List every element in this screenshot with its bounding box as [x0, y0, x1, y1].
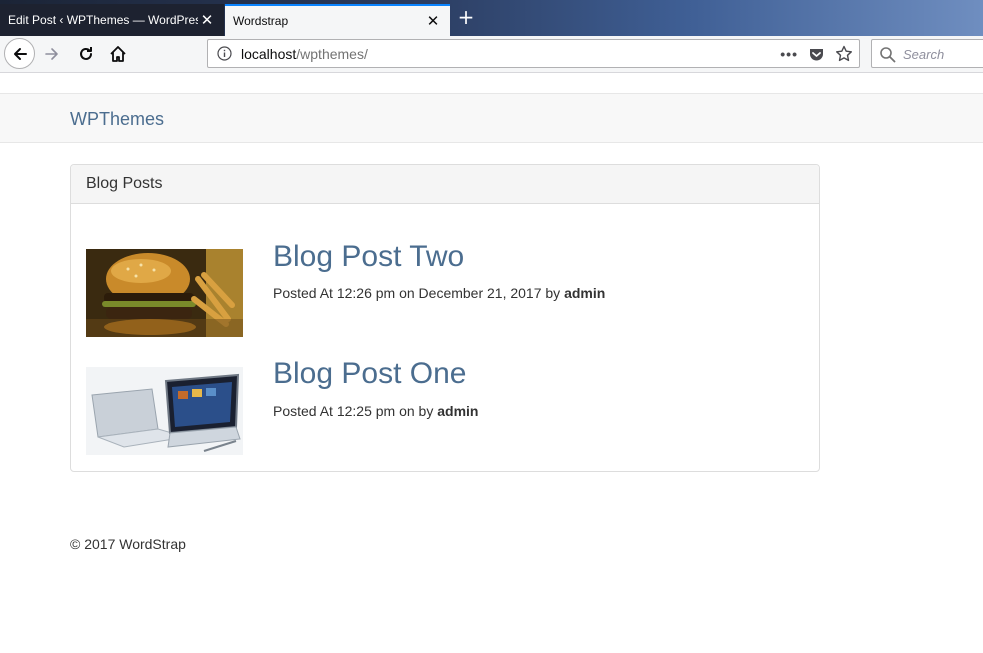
burger-image[interactable]	[86, 249, 243, 337]
post-meta-text: Posted At 12:25 pm on by	[273, 403, 438, 419]
info-icon[interactable]	[217, 46, 232, 61]
reload-button[interactable]	[74, 42, 98, 66]
tab-title: Wordstrap	[233, 14, 289, 28]
forward-arrow-icon	[45, 48, 58, 60]
search-placeholder: Search	[903, 47, 945, 62]
close-icon[interactable]: ✕	[424, 12, 442, 30]
panel-heading: Blog Posts	[71, 165, 819, 204]
post-meta: Posted At 12:26 pm on December 21, 2017 …	[273, 285, 605, 301]
site-navbar: WPThemes	[0, 93, 983, 143]
url-text[interactable]: localhost/wpthemes/	[241, 46, 368, 62]
page-actions-icon[interactable]: •••	[780, 46, 798, 62]
tab-title: Edit Post ‹ WPThemes — WordPress	[8, 13, 198, 27]
post-meta-text: Posted At 12:26 pm on December 21, 2017 …	[273, 285, 565, 301]
laptop-image[interactable]	[86, 367, 243, 455]
back-button[interactable]	[4, 38, 35, 69]
pocket-icon[interactable]	[808, 46, 825, 63]
url-host: localhost	[241, 46, 297, 62]
home-button[interactable]	[106, 42, 130, 66]
post-author[interactable]: admin	[564, 285, 605, 301]
url-bar[interactable]: localhost/wpthemes/ •••	[207, 39, 860, 68]
reload-icon	[80, 47, 92, 60]
tab-edit-post[interactable]: Edit Post ‹ WPThemes — WordPress ✕	[0, 4, 224, 36]
search-input[interactable]: Search	[871, 39, 983, 68]
tab-strip: Edit Post ‹ WPThemes — WordPress ✕ Words…	[0, 0, 983, 36]
bookmark-star-icon[interactable]	[835, 45, 853, 63]
back-arrow-icon	[13, 47, 27, 60]
url-path: /wpthemes/	[296, 46, 368, 62]
forward-button[interactable]	[40, 42, 64, 66]
blog-posts-panel: Blog Posts Blog Post Two Posted At 12:26…	[70, 164, 820, 472]
navigation-toolbar: localhost/wpthemes/ ••• Search	[0, 36, 983, 73]
post-meta: Posted At 12:25 pm on by admin	[273, 403, 478, 419]
plus-icon: +	[457, 5, 475, 29]
post-author[interactable]: admin	[437, 403, 478, 419]
tab-wordstrap[interactable]: Wordstrap ✕	[225, 4, 450, 36]
site-brand-link[interactable]: WPThemes	[70, 109, 164, 130]
site-footer: © 2017 WordStrap	[70, 536, 186, 552]
post-title-link[interactable]: Blog Post Two	[273, 240, 464, 274]
search-icon	[880, 47, 896, 63]
close-icon[interactable]: ✕	[198, 11, 216, 29]
home-icon	[110, 46, 126, 62]
new-tab-button[interactable]: +	[455, 6, 477, 28]
url-actions: •••	[780, 44, 853, 64]
post-title-link[interactable]: Blog Post One	[273, 357, 466, 391]
